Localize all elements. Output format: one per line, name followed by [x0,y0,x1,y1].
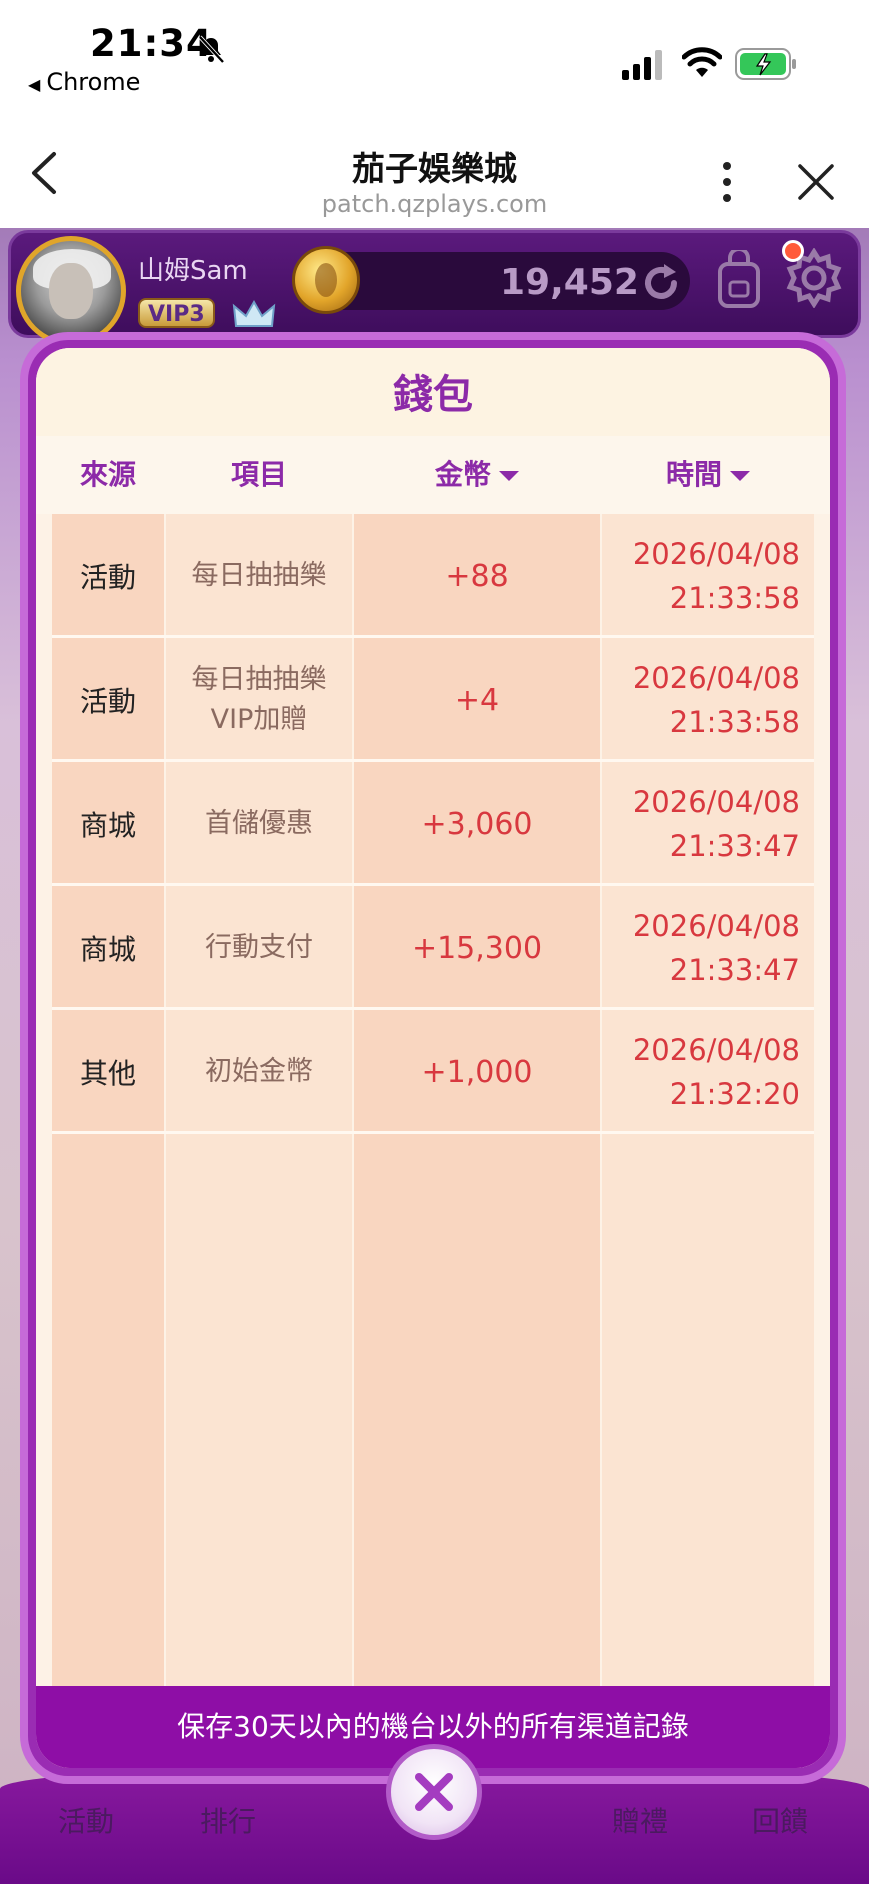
nav-ranking[interactable]: 排行 [200,1800,256,1840]
cell-coins: +4 [454,682,500,718]
close-dialog-button[interactable] [386,1744,482,1840]
nav-events[interactable]: 活動 [58,1800,114,1840]
close-browser-icon[interactable] [796,162,836,202]
close-x-icon [415,1773,453,1811]
cell-time: 2026/04/08 21:33:47 [602,762,814,886]
wifi-icon [682,47,722,77]
more-menu-icon[interactable] [712,158,742,206]
sort-down-icon [730,471,750,481]
cell-clock-time: 21:33:47 [669,829,800,863]
nav-gifts[interactable]: 贈禮 [612,1800,668,1840]
avatar-face [49,263,93,319]
cell-date: 2026/04/08 [632,537,800,571]
cell-time: 2026/04/08 21:33:58 [602,514,814,638]
table-row: 活動 每日抽抽樂 VIP加贈 +4 2026/04/08 21:33:58 [52,638,814,762]
player-name: 山姆Sam [138,256,248,286]
crown-icon [232,299,276,327]
back-app-label: Chrome [46,68,141,96]
cell-clock-time: 21:32:20 [669,1077,800,1111]
cell-clock-time: 21:33:47 [669,953,800,987]
bell-muted-icon [198,35,225,64]
cell-item-line: 首儲優惠 [205,808,313,839]
player-avatar[interactable] [16,236,126,346]
backpack-icon[interactable] [714,250,764,310]
cell-item-line: 每日抽抽樂 [191,664,327,695]
cell-date: 2026/04/08 [632,1033,800,1067]
cell-time: 2026/04/08 21:33:47 [602,886,814,1010]
sort-down-icon [499,471,519,481]
notification-dot [782,240,804,262]
table-header: 來源 項目 金幣 時間 [36,436,830,514]
battery-charging-icon [735,48,796,80]
cell-item-line: VIP加贈 [210,704,308,735]
table-row: 商城 行動支付 +15,300 2026/04/08 21:33:47 [52,886,814,1010]
cell-source: 活動 [79,561,136,594]
status-time: 21:34 [90,22,213,65]
transaction-list: 活動 每日抽抽樂 +88 2026/04/08 21:33:58 活動 每日抽抽樂 VIP加贈… [52,514,814,1134]
cell-item: 每日抽抽樂 VIP加贈 [166,638,352,762]
table-row: 活動 每日抽抽樂 +88 2026/04/08 21:33:58 [52,514,814,638]
cellular-signal-icon [622,50,662,80]
header-coins-sort[interactable]: 金幣 [354,436,600,514]
header-time-sort[interactable]: 時間 [602,436,814,514]
nav-rewards[interactable]: 回饋 [752,1800,808,1840]
cell-date: 2026/04/08 [632,661,800,695]
cell-item: 初始金幣 [166,1010,352,1134]
cell-source: 商城 [79,809,136,842]
cell-source: 活動 [79,685,136,718]
cell-item: 行動支付 [166,886,352,1010]
cell-item: 每日抽抽樂 [166,514,352,638]
cell-time: 2026/04/08 21:33:58 [602,638,814,762]
cell-item-line: 初始金幣 [205,1056,313,1087]
wallet-dialog: 錢包 來源 項目 金幣 時間 活動 每日抽抽樂 +88 2026/04/08 21:33… [28,340,838,1776]
cell-coins: +88 [445,558,509,594]
cell-coins: +15,300 [411,930,543,966]
cell-clock-time: 21:33:58 [669,581,800,615]
cell-item: 首儲優惠 [166,762,352,886]
cell-item-line: 每日抽抽樂 [191,560,327,591]
header-item: 項目 [230,458,287,491]
back-to-app-link[interactable]: ◀ Chrome [28,68,140,96]
cell-coins: +3,060 [421,806,533,842]
vip-badge: VIP3 [138,298,215,328]
refresh-icon[interactable] [640,262,682,304]
cell-source: 商城 [79,933,136,966]
browser-header: 茄子娛樂城 patch.qzplays.com [0,110,869,228]
coin-balance: 19,452 [500,262,639,303]
wallet-title-bar: 錢包 [36,348,830,436]
header-source: 來源 [79,458,136,491]
cell-date: 2026/04/08 [632,785,800,819]
cell-item-line: 行動支付 [205,932,313,963]
wallet-title: 錢包 [393,372,473,418]
status-bar: 21:34 ◀ Chrome [0,0,869,110]
back-triangle-icon: ◀ [28,75,41,94]
cell-coins: +1,000 [421,1054,533,1090]
cell-date: 2026/04/08 [632,909,800,943]
cell-clock-time: 21:33:58 [669,705,800,739]
table-row: 商城 首儲優惠 +3,060 2026/04/08 21:33:47 [52,762,814,886]
wallet-dialog-body: 錢包 來源 項目 金幣 時間 活動 每日抽抽樂 +88 2026/04/08 21:33… [36,348,830,1768]
coin-icon [292,246,360,314]
cell-time: 2026/04/08 21:32:20 [602,1010,814,1134]
cell-source: 其他 [79,1057,136,1090]
table-row: 其他 初始金幣 +1,000 2026/04/08 21:32:20 [52,1010,814,1134]
